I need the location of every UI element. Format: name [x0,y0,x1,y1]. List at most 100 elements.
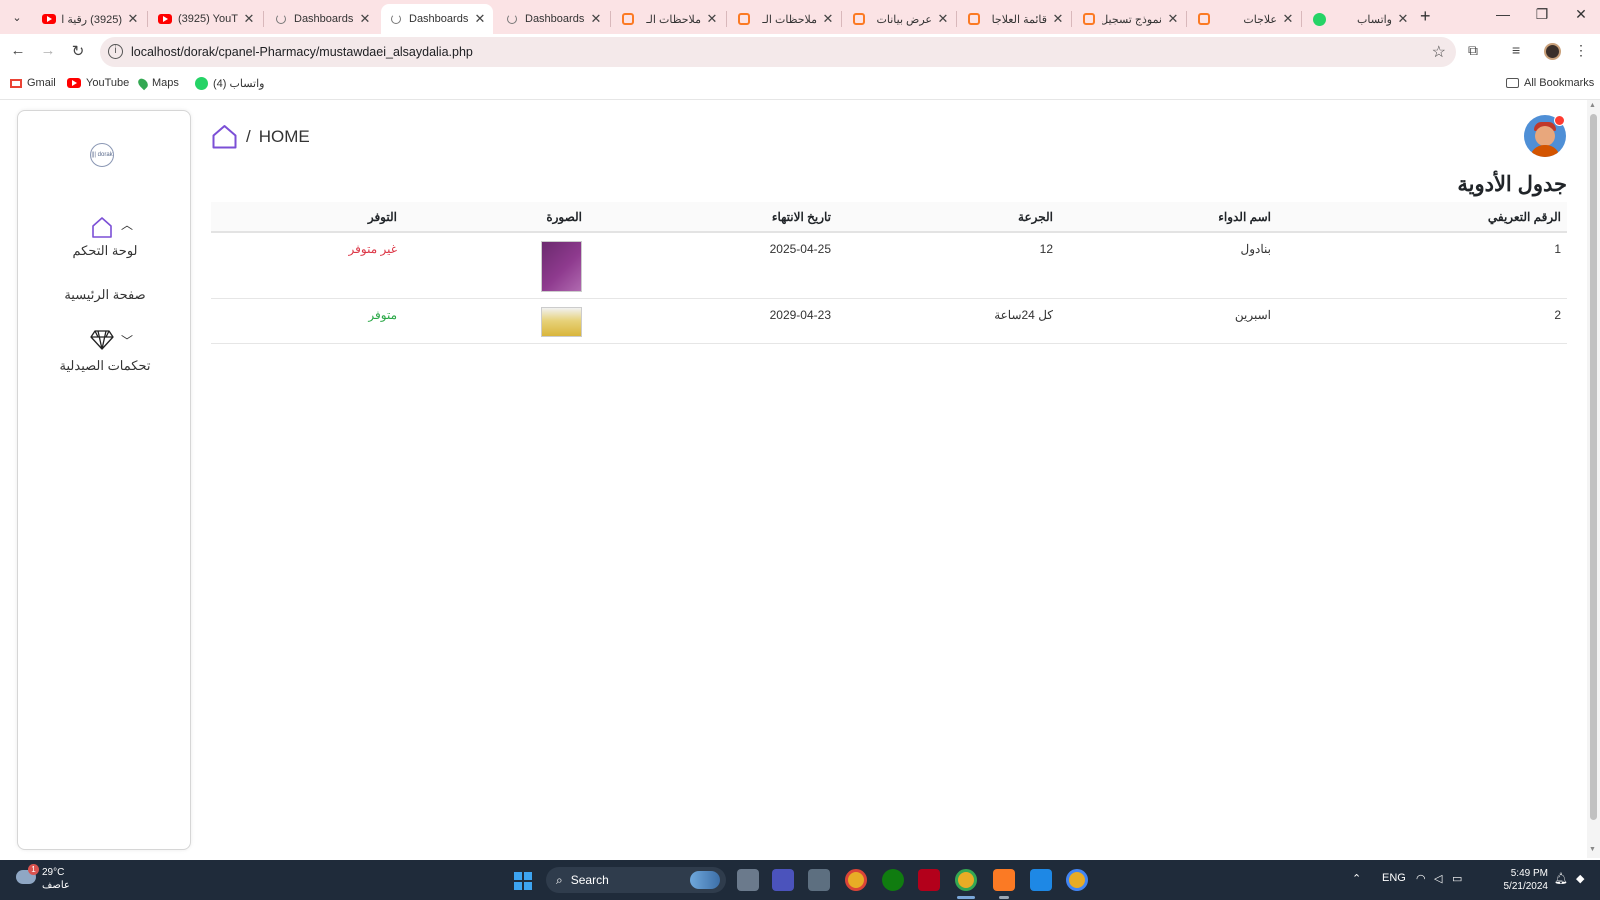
weather-desc: عاصف [42,880,70,891]
extensions-icon[interactable]: ⧉ [1468,42,1478,59]
url-text[interactable]: localhost/dorak/cpanel-Pharmacy/mustawda… [131,45,473,59]
close-tab-icon[interactable]: ✕ [705,11,719,27]
tab-search-chevron-icon[interactable]: ⌄ [6,6,28,28]
copilot-icon[interactable]: ◆ [1576,872,1584,885]
close-tab-icon[interactable]: ✕ [1281,11,1295,27]
battery-icon[interactable]: ▭ [1452,872,1462,885]
browser-tab[interactable]: نموذج تسجيل ✕ [1074,4,1186,34]
diamond-icon [90,330,114,350]
notifications-icon[interactable]: 🔔︎ [1554,872,1568,885]
close-tab-icon[interactable]: ✕ [936,11,950,27]
close-tab-icon[interactable]: ✕ [821,11,835,27]
close-tab-icon[interactable]: ✕ [358,11,372,27]
bookmark-gmail[interactable]: Gmail [10,77,56,89]
taskbar-search[interactable]: ⌕ Search [546,867,726,893]
calculator-icon[interactable] [808,869,830,891]
close-window-icon[interactable]: ✕ [1566,6,1596,23]
scroll-up-icon[interactable]: ▲ [1589,102,1596,109]
tray-overflow-icon[interactable]: ⌃ [1352,872,1361,885]
forward-icon[interactable]: → [38,42,58,59]
breadcrumb-home[interactable]: HOME [259,127,310,147]
cell-dose: كل 24ساعة [994,308,1053,322]
browser-tab[interactable]: قائمة العلاجا ✕ [959,4,1071,34]
medicines-table: الرقم التعريفي اسم الدواء الجرعة تاريخ ا… [211,202,1567,344]
sidebar-item-pharmacy-controls[interactable]: تحكمات الصيدلية [18,358,192,374]
browser-tab-active[interactable]: Dashboards ✕ [381,4,493,34]
browser-tab[interactable]: واتساب ✕ [1304,4,1416,34]
bookmark-maps[interactable]: Maps [136,76,179,90]
chrome-icon[interactable] [845,869,867,891]
cell-name: اسبرين [1234,308,1271,322]
teams-icon[interactable] [772,869,794,891]
all-bookmarks[interactable]: All Bookmarks [1506,77,1594,89]
cell-name: بنادول [1240,242,1271,256]
table-header-row: الرقم التعريفي اسم الدواء الجرعة تاريخ ا… [211,202,1567,233]
table-row[interactable]: 2 اسبرين كل 24ساعة 2029-04-23 متوفر [211,299,1567,344]
sidebar-item-dashboard[interactable]: لوحة التحكم [18,243,192,259]
gmail-icon [10,78,22,88]
xbox-icon[interactable] [882,869,904,891]
browser-tab[interactable]: ملاحظات الـ ✕ [613,4,725,34]
bookmarks-bar: Gmail YouTube Maps واتساب (4) All Bookma… [0,70,1600,100]
page-scrollbar[interactable]: ▲ ▼ [1587,100,1600,858]
system-clock[interactable]: 5:49 PM 5/21/2024 [1480,867,1549,893]
bookmark-youtube[interactable]: YouTube [67,77,129,89]
folder-icon [1506,78,1519,88]
site-info-icon[interactable]: i [108,44,123,59]
xampp-icon [621,12,635,26]
vscode-icon[interactable] [1030,869,1052,891]
browser-tab[interactable]: Dashboards ✕ [497,4,609,34]
address-bar[interactable]: i localhost/dorak/cpanel-Pharmacy/mustaw… [100,37,1456,67]
restore-icon[interactable]: ❐ [1527,6,1557,23]
wifi-icon[interactable]: ◠ [1416,872,1426,885]
browser-tab[interactable]: عرض بيانات ✕ [844,4,956,34]
table-row[interactable]: 1 بنادول 12 2025-04-25 غير متوفر [211,233,1567,299]
scroll-down-icon[interactable]: ▼ [1589,846,1596,853]
chrome-icon[interactable] [955,869,977,891]
new-tab-icon[interactable]: + [1420,6,1431,27]
reload-icon[interactable]: ↻ [68,42,88,60]
youtube-icon [158,12,172,26]
maps-icon [136,76,150,90]
loading-icon [389,12,403,26]
media-control-icon[interactable]: ≡ [1512,42,1520,58]
bookmark-star-icon[interactable]: ☆ [1432,42,1446,62]
sidebar-item-pharmacy-controls-icon-row[interactable]: ﹀ [18,326,192,352]
column-header-availability: التوفر [367,210,397,224]
chevron-down-icon: ﹀ [121,334,134,348]
language-indicator[interactable]: ENG [1382,872,1406,884]
column-header-name: اسم الدواء [1218,210,1271,224]
sidebar-item-home-page[interactable]: صفحة الرئيسية [18,287,192,303]
task-view-icon[interactable] [737,869,759,891]
profile-avatar-icon[interactable] [1544,43,1561,60]
close-tab-icon[interactable]: ✕ [473,11,487,27]
app-icon[interactable] [918,869,940,891]
browser-tab[interactable]: علاجات ✕ [1189,4,1301,34]
medicine-image-panadol[interactable] [541,241,582,292]
xampp-icon[interactable] [993,869,1015,891]
logo[interactable]: ||| dorak [90,143,114,167]
scroll-thumb[interactable] [1590,114,1597,820]
windows-start-icon[interactable] [514,872,532,890]
close-tab-icon[interactable]: ✕ [242,11,256,27]
browser-tab[interactable]: Dashboards ✕ [266,4,378,34]
page-title: جدول الأدوية [1457,173,1567,196]
volume-icon[interactable]: ◁ [1434,872,1442,885]
close-tab-icon[interactable]: ✕ [126,11,140,27]
sidebar-item-dashboard-icon-row[interactable]: ︿ [18,212,192,238]
close-tab-icon[interactable]: ✕ [589,11,603,27]
more-menu-icon[interactable]: ⋮ [1574,42,1588,59]
browser-tab[interactable]: (3925) رقية ا ✕ [34,4,146,34]
back-icon[interactable]: ← [8,42,28,59]
browser-tab[interactable]: ملاحظات الـ ✕ [729,4,841,34]
medicine-image-ampicin[interactable] [541,307,582,337]
bookmark-whatsapp[interactable]: واتساب (4) [195,77,264,90]
home-icon[interactable] [211,124,238,149]
minimize-icon[interactable]: — [1488,6,1518,22]
browser-tab[interactable]: (3925) YouTu ✕ [150,4,262,34]
close-tab-icon[interactable]: ✕ [1166,11,1180,27]
chrome-icon[interactable] [1066,869,1088,891]
close-tab-icon[interactable]: ✕ [1051,11,1065,27]
close-tab-icon[interactable]: ✕ [1396,11,1410,27]
weather-temp: 29°C [42,867,65,878]
